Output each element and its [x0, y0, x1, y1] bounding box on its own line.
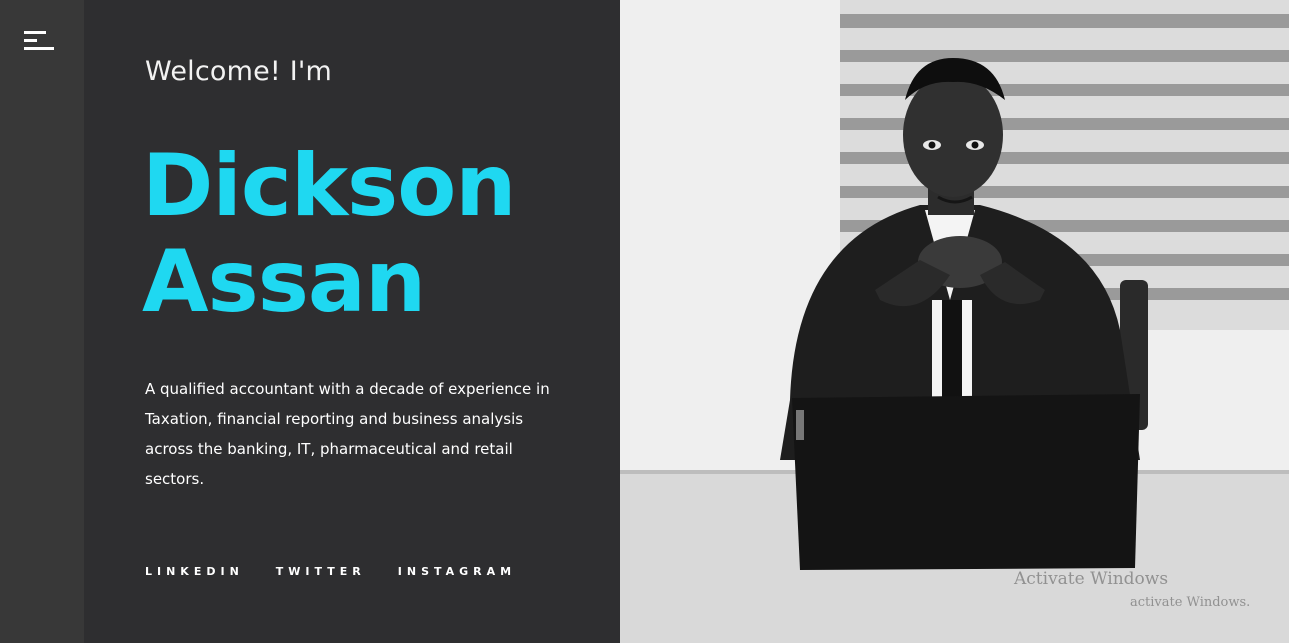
hamburger-menu-icon[interactable]	[24, 31, 56, 51]
welcome-text: Welcome! I'm	[145, 56, 332, 87]
linkedin-link[interactable]: LINKEDIN	[145, 565, 244, 578]
profile-photo	[620, 0, 1289, 643]
sidebar	[0, 0, 84, 643]
hero-section: Welcome! I'm Dickson Assan A qualified a…	[84, 0, 620, 643]
bio-text: A qualified accountant with a decade of …	[145, 380, 550, 488]
hero-name: Dickson Assan	[142, 136, 517, 332]
portrait-illustration	[620, 0, 1289, 643]
last-name: Assan	[142, 232, 426, 332]
first-name: Dickson	[142, 136, 517, 236]
menu-line	[24, 31, 46, 34]
menu-line	[24, 39, 37, 42]
social-links: LINKEDIN TWITTER INSTAGRAM	[145, 565, 516, 578]
twitter-link[interactable]: TWITTER	[276, 565, 366, 578]
menu-line	[24, 47, 54, 50]
instagram-link[interactable]: INSTAGRAM	[398, 565, 516, 578]
